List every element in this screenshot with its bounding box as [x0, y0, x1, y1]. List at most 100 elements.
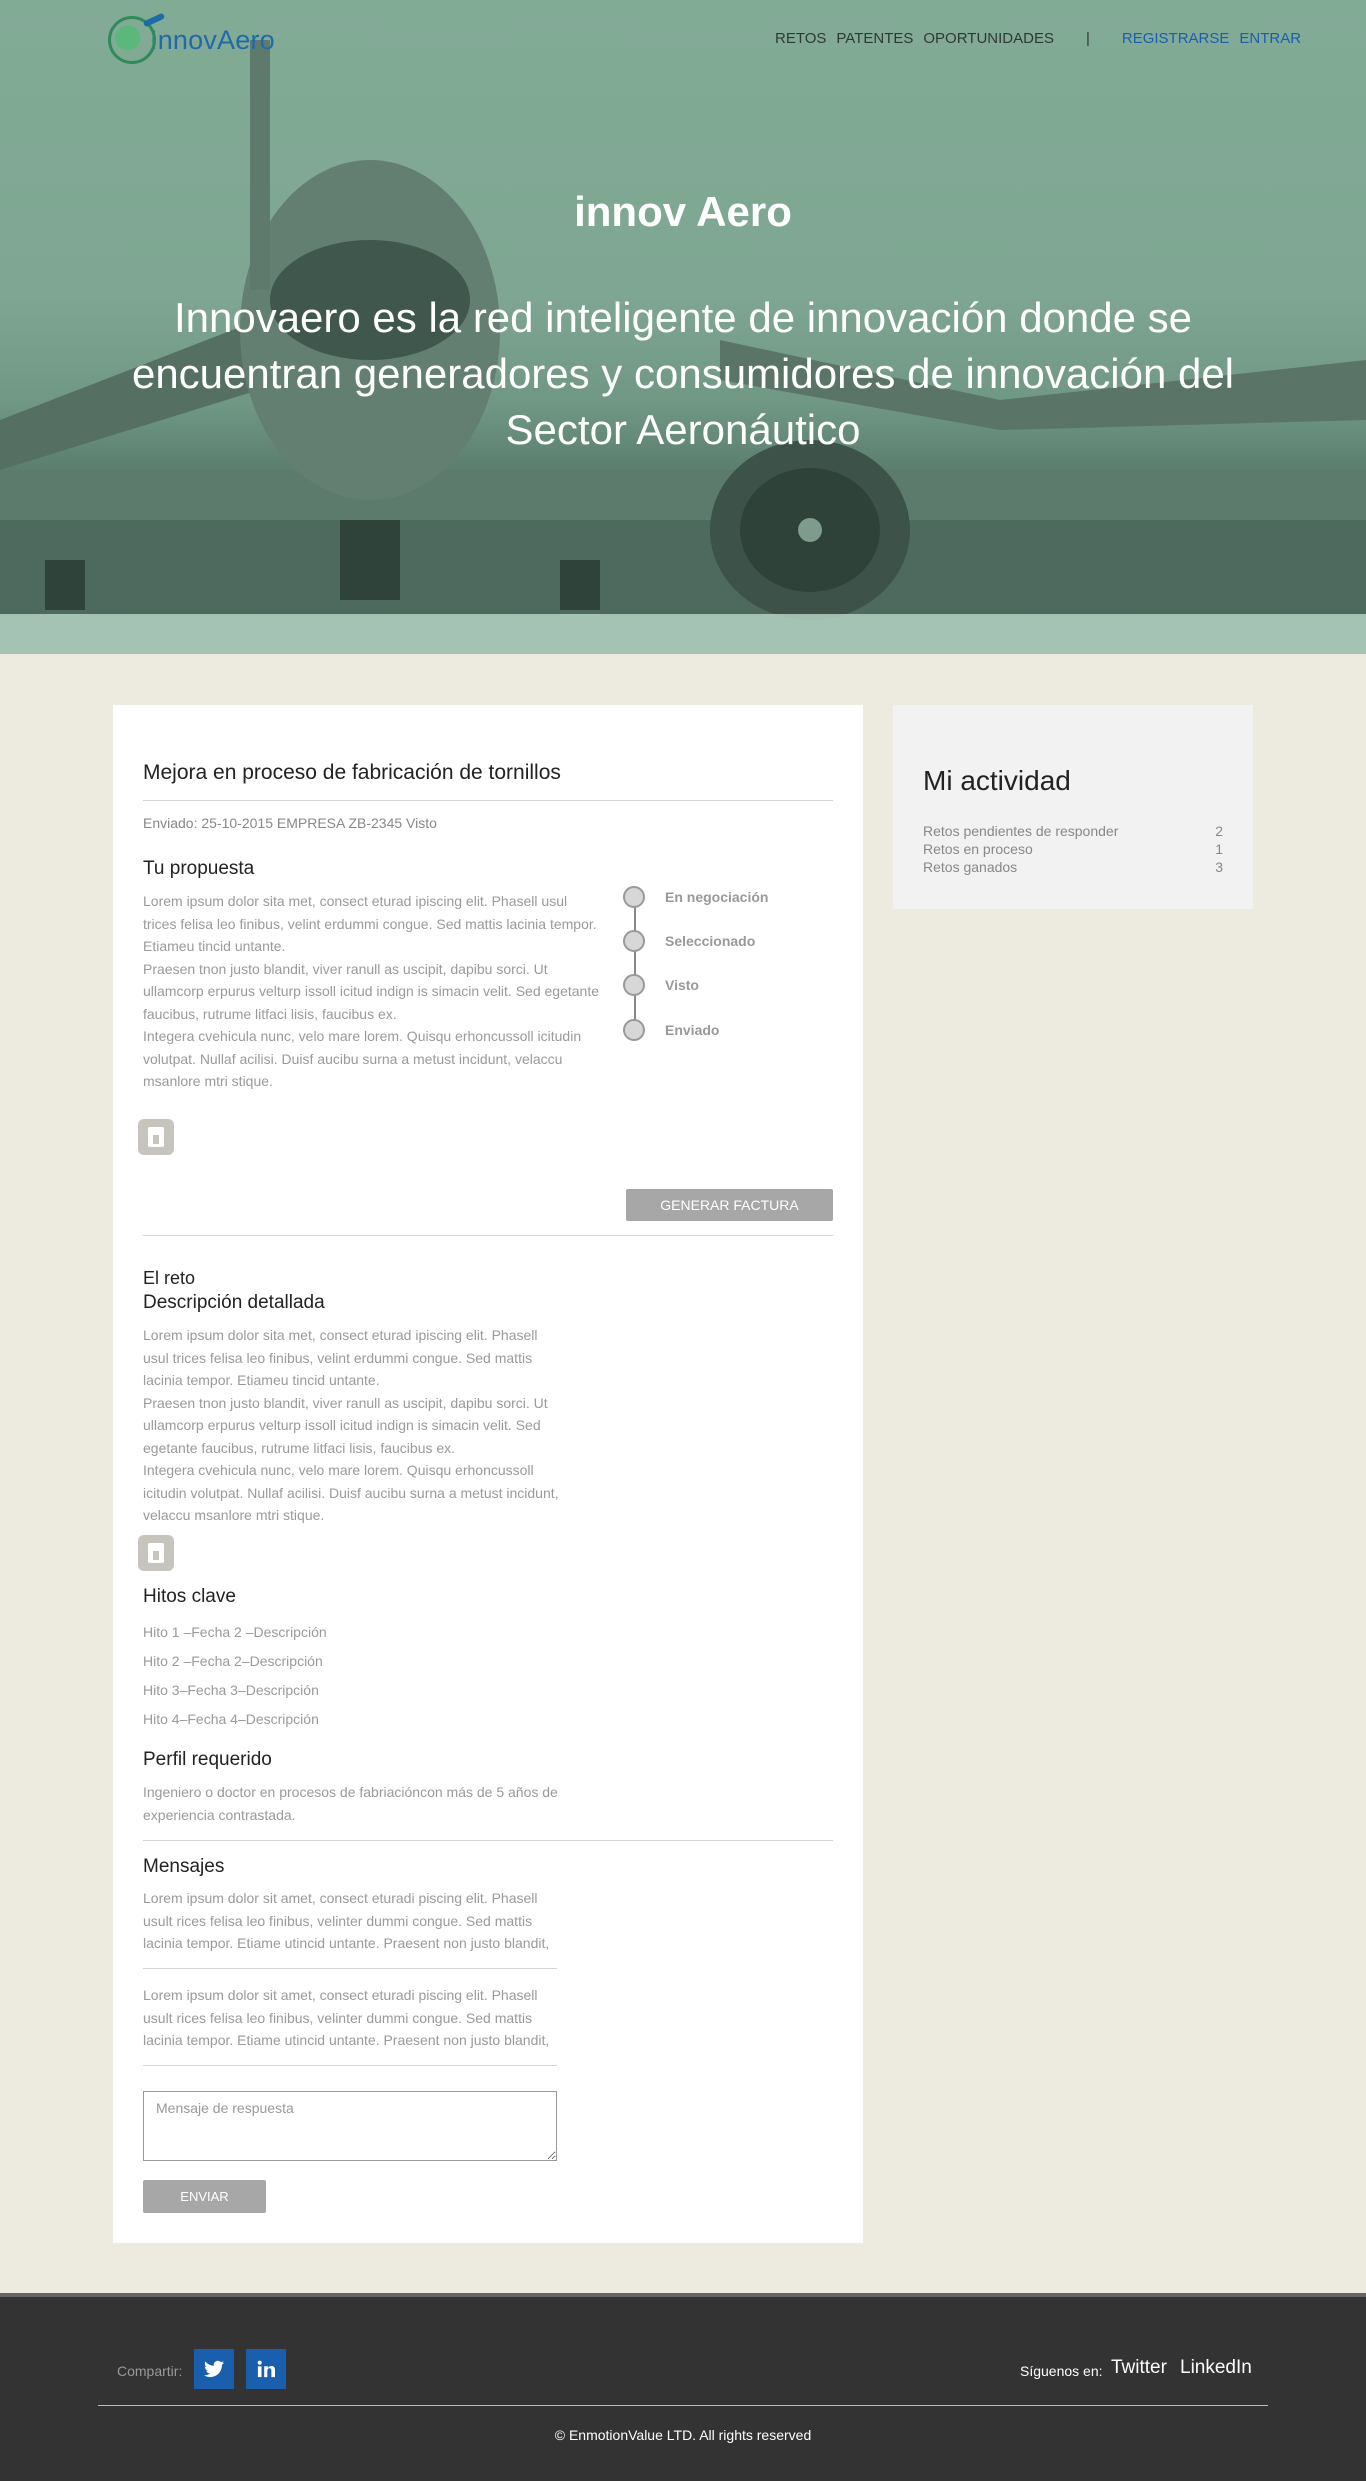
- message-line: usult rices felisa leo finibus, velinter…: [143, 2009, 533, 2026]
- proposal-meta: Enviado: 25-10-2015 EMPRESA ZB-2345 Vist…: [143, 815, 437, 831]
- footer-linkedin-link[interactable]: LinkedIn: [1180, 2357, 1252, 2379]
- status-dot-icon: [623, 974, 645, 996]
- status-label: En negociación: [665, 889, 769, 905]
- description-line: lacinia tempor. Etiameu tincid untante.: [143, 1372, 380, 1388]
- site-logo[interactable]: InnovAero: [108, 12, 275, 68]
- required-profile-text: Ingeniero o doctor en procesos de fabria…: [143, 1781, 583, 1826]
- footer-divider: [98, 2405, 1268, 2406]
- top-navigation: InnovAero RETOS PATENTES OPORTUNIDADES |…: [0, 0, 1366, 80]
- milestone-item: Hito 3–Fecha 3–Descripción: [143, 1682, 319, 1698]
- footer-twitter-link[interactable]: Twitter: [1111, 2357, 1167, 2379]
- description-line: Praesen tnon justo blandit, viver ranull…: [143, 1394, 548, 1411]
- status-timeline: En negociación Seleccionado Visto Enviad…: [623, 885, 843, 1041]
- activity-label: Retos ganados: [923, 859, 1018, 875]
- logo-text: InnovAero: [150, 24, 275, 55]
- follow-label: Síguenos en:: [1020, 2363, 1103, 2379]
- attachment-file-icon[interactable]: [138, 1535, 174, 1571]
- timeline-step: Visto: [623, 973, 699, 997]
- proposal-line: ullamcorp erpurus velturp issoll icitud …: [143, 983, 599, 999]
- linkedin-icon: [257, 2360, 275, 2378]
- description-line: velaccu msanlore mtri stique.: [143, 1507, 325, 1523]
- message-line: lacinia tempor. Etiame utincid untante. …: [143, 1935, 550, 1951]
- timeline-step: En negociación: [623, 885, 768, 909]
- proposal-line: Lorem ipsum dolor sita met, consect etur…: [143, 893, 568, 909]
- message-line: Lorem ipsum dolor sit amet, consect etur…: [143, 1987, 538, 2003]
- register-link[interactable]: REGISTRARSE: [1122, 30, 1230, 47]
- timeline-line: [634, 897, 636, 1029]
- message-divider: [143, 2065, 557, 2066]
- messages-heading: Mensajes: [143, 1856, 225, 1877]
- activity-label: Retos pendientes de responder: [923, 823, 1119, 839]
- send-button[interactable]: ENVIAR: [143, 2180, 266, 2213]
- challenge-label: El reto: [143, 1268, 196, 1288]
- message-line: lacinia tempor. Etiame utincid untante. …: [143, 2032, 550, 2048]
- message-divider: [143, 1968, 557, 1969]
- milestones-list: Hito 1 –Fecha 2 –Descripción Hito 2 –Fec…: [143, 1618, 327, 1734]
- activity-row[interactable]: Retos pendientes de responder 2: [923, 823, 1223, 839]
- hero-subtitle: Innovaero es la red inteligente de innov…: [131, 294, 1235, 453]
- title-divider: [143, 800, 833, 801]
- message-line: Lorem ipsum dolor sit amet, consect etur…: [143, 1890, 538, 1906]
- description-line: Integera cvehicula nunc, velo mare lorem…: [143, 1462, 534, 1478]
- activity-title: Mi actividad: [923, 765, 1071, 796]
- proposal-divider: [143, 1235, 833, 1236]
- description-line: egetante faucibus, rutrume litfaci lisis…: [143, 1439, 456, 1456]
- message-line: usult rices felisa leo finibus, velinter…: [143, 1912, 533, 1929]
- milestone-item: Hito 1 –Fecha 2 –Descripción: [143, 1624, 327, 1640]
- challenge-description: Lorem ipsum dolor sita met, consect etur…: [143, 1324, 583, 1527]
- twitter-icon: [204, 2360, 224, 2378]
- linkedin-share-button[interactable]: [246, 2349, 286, 2389]
- timeline-step: Enviado: [623, 1018, 719, 1042]
- messages-divider: [143, 1840, 833, 1841]
- proposal-line: msanlore mtri stique.: [143, 1073, 273, 1089]
- hero-bottom-band: [0, 614, 1366, 654]
- timeline-step: Seleccionado: [623, 929, 755, 953]
- share-label: Compartir:: [117, 2363, 183, 2379]
- proposal-card: Mejora en proceso de fabricación de torn…: [113, 705, 863, 2243]
- description-line: usul trices felisa leo finibus, velint e…: [143, 1349, 533, 1366]
- required-profile-heading: Perfil requerido: [143, 1749, 272, 1770]
- profile-line: experiencia contrastada.: [143, 1806, 296, 1823]
- nav-separator: |: [1085, 30, 1090, 47]
- milestones-heading: Hitos clave: [143, 1586, 236, 1607]
- status-dot-icon: [623, 930, 645, 952]
- proposal-line: volutpat. Nullaf acilisi. Duisf aucibu s…: [143, 1050, 563, 1067]
- proposal-line: faucibus, rutrume litfaci lisis, faucibu…: [143, 1005, 397, 1022]
- status-label: Enviado: [665, 1022, 720, 1038]
- hero-banner: InnovAero RETOS PATENTES OPORTUNIDADES |…: [0, 0, 1366, 654]
- status-label: Visto: [665, 977, 699, 993]
- proposal-line: Praesen tnon justo blandit, viver ranull…: [143, 960, 548, 977]
- activity-row[interactable]: Retos en proceso 1: [923, 841, 1223, 857]
- twitter-share-button[interactable]: [194, 2349, 234, 2389]
- proposal-title: Mejora en proceso de fabricación de torn…: [143, 761, 561, 784]
- milestone-item: Hito 4–Fecha 4–Descripción: [143, 1711, 319, 1727]
- generate-invoice-button[interactable]: GENERAR FACTURA: [626, 1189, 833, 1221]
- site-footer: Compartir: Síguenos en: Twitter LinkedIn…: [0, 2293, 1366, 2481]
- status-label: Seleccionado: [665, 933, 756, 949]
- attachment-file-icon[interactable]: [138, 1119, 174, 1155]
- description-line: Lorem ipsum dolor sita met, consect etur…: [143, 1327, 538, 1343]
- activity-panel: Mi actividad Retos pendientes de respond…: [893, 705, 1253, 909]
- detailed-description-heading: Descripción detallada: [143, 1292, 325, 1313]
- nav-retos[interactable]: RETOS: [775, 30, 826, 47]
- proposal-text: Lorem ipsum dolor sita met, consect etur…: [143, 890, 603, 1093]
- message-item: Lorem ipsum dolor sit amet, consect etur…: [143, 1887, 563, 1955]
- hero-title: innov Aero: [574, 188, 792, 235]
- reply-message-input[interactable]: [143, 2091, 557, 2161]
- activity-count: 1: [1215, 841, 1223, 857]
- proposal-line: Integera cvehicula nunc, velo mare lorem…: [143, 1028, 582, 1044]
- activity-row[interactable]: Retos ganados 3: [923, 859, 1223, 875]
- status-dot-icon: [623, 1019, 645, 1041]
- nav-patentes[interactable]: PATENTES: [836, 30, 913, 47]
- activity-label: Retos en proceso: [923, 841, 1033, 857]
- globe-plane-icon: [108, 16, 156, 64]
- copyright-text: © EnmotionValue LTD. All rights reserved: [554, 2427, 812, 2443]
- message-item: Lorem ipsum dolor sit amet, consect etur…: [143, 1984, 563, 2052]
- main-menu: RETOS PATENTES OPORTUNIDADES | REGISTRAR…: [775, 30, 1301, 47]
- login-link[interactable]: ENTRAR: [1239, 30, 1301, 47]
- milestone-item: Hito 2 –Fecha 2–Descripción: [143, 1653, 323, 1669]
- profile-line: Ingeniero o doctor en procesos de fabria…: [143, 1784, 558, 1800]
- nav-oportunidades[interactable]: OPORTUNIDADES: [923, 30, 1054, 47]
- proposal-line: trices felisa leo finibus, velint erdumm…: [143, 915, 597, 932]
- description-line: icitudin volutpat. Nullaf acilisi. Duisf…: [143, 1484, 559, 1501]
